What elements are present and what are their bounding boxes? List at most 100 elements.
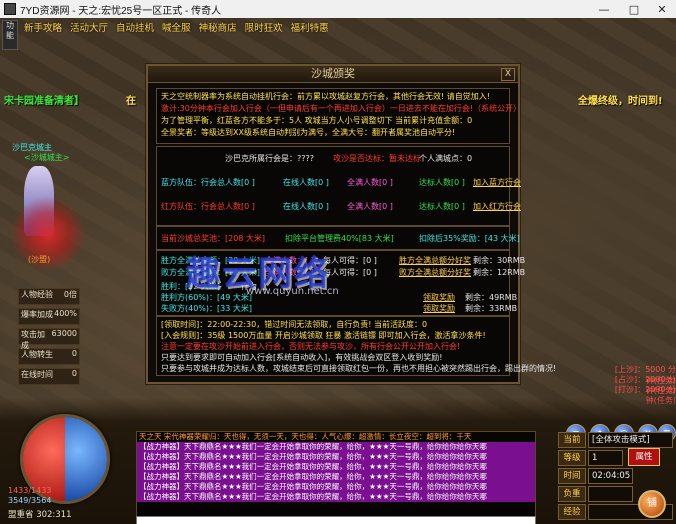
stat-value: 0倍 — [63, 290, 77, 299]
hp-text: 1433/1433 — [8, 486, 52, 495]
map-location: 盟重省 302:311 — [8, 510, 72, 520]
shop-button[interactable]: 铺 — [638, 490, 666, 518]
chat-input[interactable] — [136, 516, 536, 524]
time-label: 时间 — [558, 468, 586, 484]
sha-city-award-panel: 沙城颁奖 X 天之空统制器率为系统自动挂机行会：前方累以攻城赵复方行会，其他行会… — [146, 64, 556, 384]
window-titlebar: 7YD资源网 - 天之:宏忧25号一区正式 - 传奇人 — □ ✕ — [0, 0, 676, 19]
chat-line: 【战力神器】天下鼎鼎名★★★我们一定会开始拿取你的荣耀，给你，★★★天一号鼎，给… — [137, 472, 535, 482]
red-online: 在线人数[0 ] — [283, 202, 329, 211]
lose-full-each: 每人可得：[0 ] — [323, 268, 377, 277]
red-total: 红方队伍：行会总人数[0 ] — [161, 202, 255, 211]
stat-value: 0 — [71, 369, 77, 378]
game-scene[interactable]: 功能 新手攻略 活动大厅 自动挂机 喊全服 神秘商店 限时狂欢 福利特惠 宋卡园… — [0, 18, 676, 524]
rule-line: [领取时间]：22:00-22:30，错过时间无法领取，自行负责! 当前活跃度：… — [161, 320, 428, 329]
rule-line: 只要达到要求即可自动加入行会[系统自动收入]，有效挑战会双区登入收到奖励! — [161, 353, 443, 362]
char-stat-row: 攻击加成 63000 — [18, 328, 80, 350]
top-menu: 新手攻略 活动大厅 自动挂机 喊全服 神秘商店 限时狂欢 福利特惠 — [24, 18, 676, 36]
attribute-button[interactable]: 属性 — [628, 448, 660, 466]
function-button[interactable]: 功能 — [2, 20, 18, 50]
join-blue-link[interactable]: 加入蓝方行会 — [473, 177, 521, 188]
lose-full-claim[interactable]: 败方全满总额分好奖 — [399, 267, 471, 278]
char-stat-row: 爆率加成 400% — [18, 308, 80, 325]
lose-full-left: 剩余：12RMB — [473, 268, 526, 277]
char-title-3: (沙盟) — [28, 255, 51, 264]
panel-close-button[interactable]: X — [501, 68, 515, 81]
blue-online: 在线人数[0 ] — [283, 178, 329, 187]
menu-item[interactable]: 新手攻略 — [24, 20, 62, 34]
blue-full: 全满人数[0 ] — [347, 178, 393, 187]
sha-members: 个人满城点：0 — [419, 154, 473, 163]
intro-box: 天之空统制器率为系统自动挂机行会：前方累以攻城赵复方行会，其他行会无效! 请自觉… — [156, 88, 521, 144]
rules-box: [领取时间]：22:00-22:30，错过时间无法领取，自行负责! 当前活跃度：… — [156, 316, 556, 376]
sha-holder: 攻沙是否达标：暂未达标 — [333, 154, 421, 163]
mode-label: 当前 — [558, 432, 586, 448]
exp-label: 经验 — [558, 504, 586, 520]
chat-line: 【战力神器】天下鼎鼎名★★★我们一定会开始拿取你的荣耀，给你，★★★天一号鼎，给… — [137, 462, 535, 472]
menu-item[interactable]: 福利特惠 — [291, 20, 329, 34]
mp-text: 3549/3564 — [8, 496, 52, 505]
menu-item[interactable]: 神秘商店 — [199, 20, 237, 34]
char-stat-row: 人物经验 0倍 — [18, 288, 80, 305]
join-red-link[interactable]: 加入红方行会 — [473, 201, 521, 212]
intro-line: 为了管理平衡，红蓝各方不能多于：5人 攻城当方人小号调整切下 当前累计充值金额：… — [161, 116, 473, 125]
stat-name: 攻击加成 — [21, 330, 45, 350]
red-std: 达标人数[0 ] — [419, 202, 465, 211]
menu-item[interactable]: 自动挂机 — [116, 20, 154, 34]
scroll-banner-left: 宋卡园准备清者】 — [4, 96, 84, 107]
chat-line: 【战力神器】天下鼎鼎名★★★我们一定会开始拿取你的荣耀，给你，★★★天一号鼎，给… — [137, 482, 535, 492]
chat-window[interactable]: 天之天 宋代神器荣耀归：天也得，无须一天，天也得：人气心爆：超激情：长立夜空：超… — [136, 431, 536, 517]
chat-line: 天之天 宋代神器荣耀归：天也得，无须一天，天也得：人气心爆：超激情：长立夜空：超… — [139, 432, 472, 441]
red-full: 全满人数[0 ] — [347, 202, 393, 211]
blue-std: 达标人数[0 ] — [419, 178, 465, 187]
blue-total: 蓝方队伍：行会总人数[0 ] — [161, 178, 255, 187]
close-button[interactable]: ✕ — [648, 0, 676, 18]
win-side-claim[interactable]: 领取奖励 — [423, 292, 455, 303]
stat-value: 63000 — [51, 329, 77, 338]
char-stat-row: 人物转生 0 — [18, 348, 80, 365]
time-value: 02:04:05 — [588, 468, 633, 484]
char-stat-row: 在线时间 0 — [18, 368, 80, 385]
lose-side: 失败方(40%)：[33 大米] — [161, 304, 252, 313]
lose-side-left: 剩余：33RMB — [465, 304, 518, 313]
win-full-left: 剩余：30RMB — [473, 256, 526, 265]
intro-line: 全景奖者：等级达到XX级系统自动判别为满号，全满大号：翻开者属奖池自动平分! — [161, 128, 456, 137]
panel-title: 沙城颁奖 — [148, 66, 518, 83]
char-title-2: <沙城城主> — [24, 153, 70, 162]
lose-side-claim[interactable]: 领取奖励 — [423, 303, 455, 314]
win-full-each: 每人可得：[0 ] — [323, 256, 377, 265]
chat-line: 【战力神器】天下鼎鼎名★★★我们一定会开始拿取你的荣耀，给你，★★★天一号鼎，给… — [137, 452, 535, 462]
mp-orb-half — [65, 417, 107, 501]
intro-line: 天之空统制器率为系统自动挂机行会：前方累以攻城赵复方行会，其他行会无效! 请自觉… — [161, 92, 490, 101]
level-label: 等级 — [558, 450, 586, 466]
attack-mode-value[interactable]: [全体攻击模式] — [588, 432, 673, 448]
chat-line: 【战力神器】天下鼎鼎名★★★我们一定会开始拿取你的荣耀，给你，★★★天一号鼎，给… — [137, 442, 535, 452]
prize-after: 扣除后35%奖励：[43 大米] — [419, 234, 520, 243]
watermark-url: www.quyun.net.cn — [246, 286, 339, 297]
rule-line: 只要参与攻城并成为达标人数，攻城结束后可直接领取红包一份，再也不用担心被突然踢出… — [161, 364, 557, 373]
win-side-left: 剩余：49RMB — [465, 293, 518, 302]
app-icon — [4, 3, 16, 15]
scroll-banner-right: 全爆终级，时间到! — [578, 96, 663, 107]
team-box: 沙巴克所属行会是：???? 攻沙是否达标：暂未达标 个人满城点：0 蓝方队伍：行… — [156, 146, 521, 226]
sha-owner: 沙巴克所属行会是：???? — [225, 154, 314, 163]
weight-label: 负重 — [558, 486, 586, 502]
scroll-banner-left2: 在 — [126, 96, 136, 107]
minimize-button[interactable]: — — [590, 0, 618, 18]
menu-item[interactable]: 活动大厅 — [70, 20, 108, 34]
win-full-claim[interactable]: 胜方全满总额分好奖 — [399, 255, 471, 266]
rule-line: [入会规则]：35级 1500万血量 开启沙城领取 狂暴 激活链镖 即可加入行会… — [161, 331, 486, 340]
menu-item[interactable]: 限时狂欢 — [245, 20, 283, 34]
chat-line: 【战力神器】天下鼎鼎名★★★我们一定会开始拿取你的荣耀，给你，★★★天一号鼎，给… — [137, 492, 535, 502]
stat-value: 0 — [71, 349, 77, 358]
prize-total: 当前沙城总奖池：[208 大米] — [161, 234, 266, 243]
stat-name: 人物经验 — [21, 290, 53, 299]
menu-item[interactable]: 喊全服 — [162, 20, 191, 34]
prize-deduct: 扣除平台管理费40%[83 大米] — [285, 234, 394, 243]
char-stats-list: 人物经验 0倍 爆率加成 400% 攻击加成 63000 人物转生 0 在线时间 0 — [18, 288, 80, 388]
maximize-button[interactable]: □ — [620, 0, 648, 18]
window-title: 7YD资源网 - 天之:宏忧25号一区正式 - 传奇人 — [20, 5, 222, 17]
stat-name: 在线时间 — [21, 370, 53, 379]
stat-value: 400% — [54, 309, 77, 318]
stat-name: 爆率加成 — [21, 310, 53, 319]
rule-line: 注意一定要在攻沙开始前进入行会，否则无法参与攻沙，所有行会公开公开加入行会! — [161, 342, 461, 351]
